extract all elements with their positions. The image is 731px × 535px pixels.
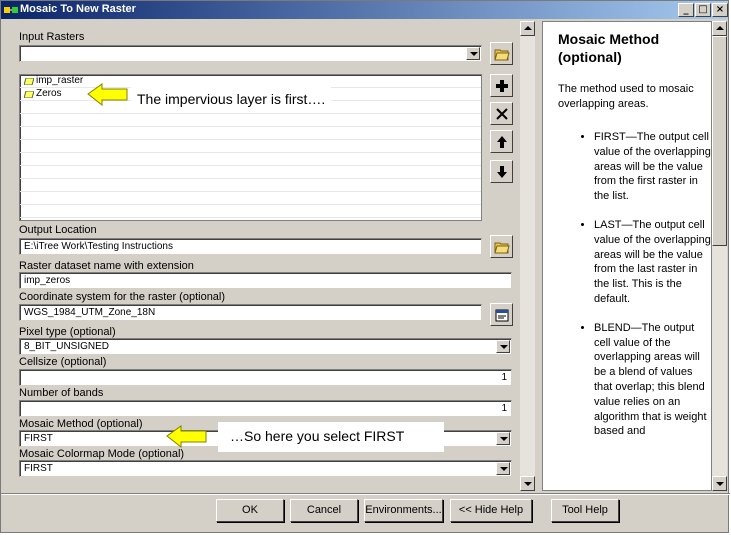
maximize-button[interactable]: □ bbox=[695, 3, 711, 17]
coordinate-system-label: Coordinate system for the raster (option… bbox=[19, 291, 226, 303]
help-option: BLEND—The output cell value of the overl… bbox=[594, 321, 711, 439]
colormap-mode-value: FIRST bbox=[24, 463, 53, 474]
arrow-down-icon bbox=[496, 165, 507, 178]
number-of-bands-label: Number of bands bbox=[19, 387, 104, 399]
empty-row bbox=[20, 205, 481, 218]
help-pane: Mosaic Method (optional) The method used… bbox=[542, 21, 712, 491]
arrow-up-icon bbox=[496, 135, 507, 148]
mosaic-method-value: FIRST bbox=[24, 433, 53, 444]
help-scrollbar[interactable] bbox=[712, 21, 727, 491]
callout-text-first: The impervious layer is first…. bbox=[131, 87, 332, 113]
help-scroll-up-button[interactable] bbox=[712, 21, 727, 36]
title-bar[interactable]: Mosaic To New Raster _ □ × bbox=[1, 1, 728, 19]
cellsize-label: Cellsize (optional) bbox=[19, 356, 107, 368]
tool-help-button[interactable]: Tool Help bbox=[551, 499, 619, 522]
window-title: Mosaic To New Raster bbox=[20, 3, 136, 15]
dataset-name-label: Raster dataset name with extension bbox=[19, 260, 194, 272]
open-folder-icon bbox=[493, 49, 510, 60]
geoprocessing-tool-icon bbox=[4, 7, 18, 13]
help-option: FIRST—The output cell value of the overl… bbox=[594, 130, 711, 204]
cancel-button[interactable]: Cancel bbox=[290, 499, 358, 522]
help-option: LAST—The output cell value of the overla… bbox=[594, 218, 711, 307]
coordinate-system-properties-button[interactable] bbox=[490, 303, 513, 326]
callout-text-select-first: …So here you select FIRST bbox=[218, 422, 444, 452]
dataset-name-field[interactable]: imp_zeros bbox=[19, 272, 512, 289]
pixel-type-label: Pixel type (optional) bbox=[19, 326, 116, 338]
ok-button[interactable]: OK bbox=[216, 499, 284, 522]
browse-input-button[interactable] bbox=[490, 42, 513, 65]
input-rasters-label: Input Rasters bbox=[19, 31, 85, 43]
properties-icon bbox=[495, 309, 508, 321]
callout-arrow-left-icon bbox=[87, 83, 128, 107]
form-scrollbar[interactable] bbox=[520, 21, 535, 491]
chevron-down-icon[interactable] bbox=[496, 462, 510, 475]
raster-layer-icon bbox=[24, 91, 34, 98]
list-item-label: imp_raster bbox=[36, 75, 84, 86]
empty-row bbox=[20, 140, 481, 153]
minimize-button[interactable]: _ bbox=[678, 3, 694, 17]
footer-separator bbox=[1, 493, 730, 495]
help-option-list: FIRST—The output cell value of the overl… bbox=[558, 130, 711, 453]
empty-row bbox=[20, 127, 481, 140]
empty-row bbox=[20, 153, 481, 166]
empty-row bbox=[20, 114, 481, 127]
empty-row bbox=[20, 192, 481, 205]
chevron-down-icon[interactable] bbox=[496, 340, 510, 353]
coordinate-system-field[interactable]: WGS_1984_UTM_Zone_18N bbox=[19, 304, 482, 321]
colormap-mode-label: Mosaic Colormap Mode (optional) bbox=[19, 448, 185, 460]
pixel-type-value: 8_BIT_UNSIGNED bbox=[24, 341, 110, 352]
help-intro: The method used to mosaic overlapping ar… bbox=[558, 83, 694, 110]
chevron-down-icon[interactable] bbox=[496, 432, 510, 445]
chevron-down-icon[interactable] bbox=[466, 47, 480, 60]
move-up-button[interactable] bbox=[490, 130, 513, 153]
colormap-mode-select[interactable]: FIRST bbox=[19, 460, 512, 477]
pixel-type-select[interactable]: 8_BIT_UNSIGNED bbox=[19, 338, 512, 355]
help-scroll-down-button[interactable] bbox=[712, 476, 727, 491]
hide-help-button[interactable]: << Hide Help bbox=[450, 499, 532, 522]
help-scroll-thumb[interactable] bbox=[712, 36, 727, 246]
list-item-label: Zeros bbox=[36, 88, 62, 99]
scroll-up-button[interactable] bbox=[520, 21, 535, 36]
input-rasters-combo[interactable] bbox=[19, 45, 482, 62]
help-title: Mosaic Method (optional) bbox=[558, 31, 660, 65]
add-button[interactable] bbox=[490, 74, 513, 97]
move-down-button[interactable] bbox=[490, 160, 513, 183]
remove-button[interactable] bbox=[490, 102, 513, 125]
close-button[interactable]: × bbox=[712, 3, 728, 17]
dialog-window: Mosaic To New Raster _ □ × Input Rasters… bbox=[0, 0, 730, 533]
empty-row bbox=[20, 179, 481, 192]
raster-layer-icon bbox=[24, 78, 34, 85]
output-location-field[interactable]: E:\iTree Work\Testing Instructions bbox=[19, 238, 482, 255]
plus-icon bbox=[495, 79, 508, 92]
number-of-bands-field[interactable]: 1 bbox=[19, 400, 512, 417]
empty-row bbox=[20, 166, 481, 179]
browse-output-button[interactable] bbox=[490, 235, 513, 258]
callout-arrow-left-icon bbox=[166, 425, 207, 449]
output-location-label: Output Location bbox=[19, 224, 97, 236]
environments-button[interactable]: Environments... bbox=[364, 499, 443, 522]
open-folder-icon bbox=[493, 242, 510, 253]
mosaic-method-label: Mosaic Method (optional) bbox=[19, 418, 143, 430]
close-icon bbox=[495, 107, 508, 120]
cellsize-field[interactable]: 1 bbox=[19, 369, 512, 386]
scroll-down-button[interactable] bbox=[520, 476, 535, 491]
